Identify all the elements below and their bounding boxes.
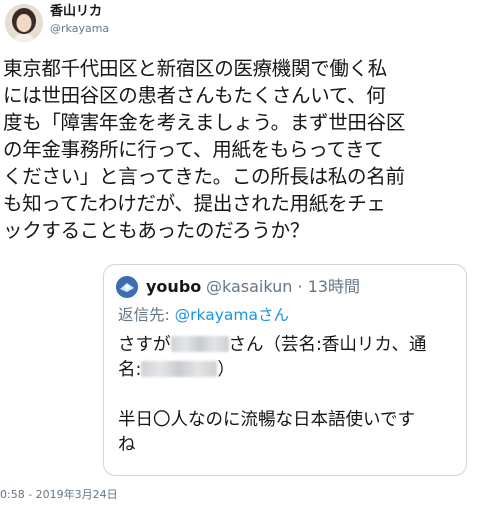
tweet-text: 東京都千代田区と新宿区の医療機関で働く私 には世田谷区の患者さんもたくさんいて、… — [3, 55, 479, 244]
quoted-author-meta: @kasaikun · 13時間 — [206, 277, 361, 296]
quoted-text-line — [118, 383, 458, 408]
tweet-text-line: ください」と言ってきた。この所長は私の名前 — [3, 165, 405, 188]
tweet-card: 香山リカ @rkayama 東京都千代田区と新宿区の医療機関で働く私 には世田谷… — [0, 0, 480, 505]
quoted-author-avatar[interactable] — [116, 276, 138, 298]
reply-mention-link[interactable]: @rkayamaさん — [175, 306, 289, 324]
quoted-text-segment: ） — [217, 360, 235, 380]
tweet-text-line: ックすることもあったのだろうか？ — [3, 219, 310, 242]
quoted-text-line: さすが さん（芸名:香山リカ、通 — [118, 333, 458, 358]
tweet-header: 香山リカ @rkayama — [0, 0, 480, 48]
quoted-tweet[interactable]: youbo @kasaikun · 13時間 返信先: @rkayamaさん さ… — [103, 264, 467, 476]
quoted-tweet-text: さすが さん（芸名:香山リカ、通 名: ） 半日〇人なのに流暢な日本語使いです ね — [118, 333, 458, 458]
redacted-name-blur — [170, 336, 229, 352]
quoted-text-segment: さすが — [118, 335, 171, 355]
tweet-text-line: も知ってたわけだが、提出された用紙をチェ — [3, 192, 386, 215]
author-handle[interactable]: @rkayama — [50, 22, 109, 36]
tweet-text-line: の年金事務所に行って、用紙をもらってきて — [3, 138, 384, 161]
author-photo-icon — [5, 4, 43, 42]
tweet-text-line: 東京都千代田区と新宿区の医療機関で働く私 — [3, 57, 388, 80]
tweet-text-line: には世田谷区の患者さんもたくさんいて、何 — [3, 84, 386, 107]
reply-to-line: 返信先: @rkayamaさん — [118, 305, 289, 325]
quoted-author-name[interactable]: youbo — [146, 277, 201, 297]
quoted-text-line: 半日〇人なのに流暢な日本語使いです — [118, 410, 415, 430]
redacted-name-blur — [141, 361, 218, 377]
quoted-tweet-header: youbo @kasaikun · 13時間 — [116, 276, 456, 298]
quoted-text-segment: 名: — [118, 360, 142, 380]
quoted-text-line: ね — [118, 435, 136, 455]
reply-prefix: 返信先: — [118, 306, 175, 324]
author-avatar[interactable] — [5, 4, 43, 42]
quoted-text-segment: さん（芸名:香山リカ、通 — [228, 335, 427, 355]
author-display-name[interactable]: 香山リカ — [50, 4, 102, 20]
tweet-text-line: 度も「障害年金を考えましょう。まず世田谷区 — [3, 111, 406, 134]
quoted-avatar-icon — [116, 276, 138, 298]
quoted-text-line: 名: ） — [118, 358, 458, 383]
tweet-timestamp[interactable]: 0:58 - 2019年3月24日 — [0, 488, 118, 502]
